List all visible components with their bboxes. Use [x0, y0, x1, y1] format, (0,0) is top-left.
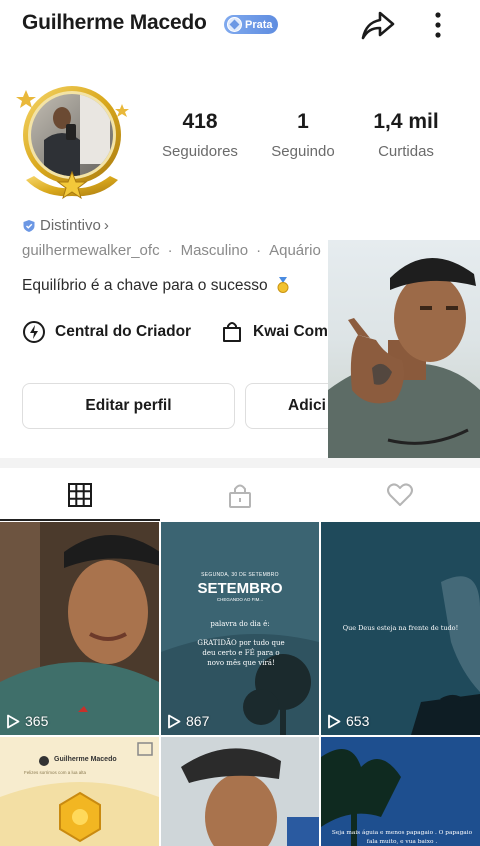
post-image — [161, 522, 319, 735]
heart-icon — [387, 483, 413, 506]
edit-profile-label: Editar perfil — [85, 397, 172, 414]
badge-label: Prata — [245, 18, 273, 31]
section-divider — [0, 458, 480, 468]
likes-stat[interactable]: 1,4 mil Curtidas — [351, 110, 461, 160]
post-author: Guilherme Macedo — [54, 756, 117, 763]
chevron-right-icon: › — [103, 217, 109, 234]
post-thumbnail[interactable] — [161, 737, 319, 846]
profile-name: Guilherme Macedo — [22, 11, 207, 34]
view-count-value: 653 — [346, 713, 370, 729]
likes-label: Curtidas — [378, 143, 434, 160]
username: guilhermewalker_ofc — [22, 242, 160, 259]
bio-text: Equilíbrio é a chave para o sucesso — [22, 277, 268, 294]
play-icon — [7, 714, 20, 728]
post-text: Seja mais águia e menos papagaio . O pap… — [331, 830, 473, 845]
zodiac-sign: Aquário — [269, 242, 321, 259]
gender: Masculino — [180, 242, 249, 259]
posts-grid: 365 SEGUNDA, 30 DE SETEMBRO SETEMBRO CHE… — [0, 522, 480, 846]
post-thumbnail[interactable]: Seja mais águia e menos papagaio . O pap… — [321, 737, 480, 846]
share-icon[interactable] — [360, 8, 396, 42]
active-tab-indicator — [0, 519, 160, 521]
likes-count: 1,4 mil — [373, 110, 439, 133]
distintivo-label: Distintivo — [40, 217, 101, 234]
add-friends-label: Adici — [288, 397, 326, 414]
post-thumbnail[interactable]: SEGUNDA, 30 DE SETEMBRO SETEMBRO CHEGAND… — [161, 522, 319, 735]
profile-bio: Equilíbrio é a chave para o sucesso — [22, 277, 290, 295]
following-stat[interactable]: 1 Seguindo — [248, 110, 358, 160]
grid-icon — [68, 483, 92, 507]
shield-icon — [23, 219, 35, 232]
view-count: 365 — [6, 713, 48, 729]
profile-header: Guilherme Macedo Prata — [0, 0, 480, 52]
creator-center-label: Central do Criador — [55, 323, 192, 340]
meta-separator: · — [167, 242, 173, 259]
following-count: 1 — [297, 110, 309, 133]
view-count: 867 — [167, 713, 209, 729]
tab-likes[interactable] — [320, 468, 480, 522]
view-count: 653 — [327, 713, 369, 729]
post-word-text: GRATIDÃO por tudo que deu certo e FÉ par… — [197, 639, 285, 667]
post-subtitle: CHEGANDO AO FIM... — [216, 597, 264, 602]
post-date: SEGUNDA, 30 DE SETEMBRO — [201, 572, 279, 578]
post-image — [0, 522, 159, 735]
medal-icon — [277, 277, 289, 293]
lock-icon — [229, 484, 251, 508]
pip-video-frame — [328, 257, 480, 458]
avatar[interactable] — [14, 80, 132, 202]
view-count-value: 365 — [25, 713, 49, 729]
followers-label: Seguidores — [162, 143, 238, 160]
post-title: SETEMBRO — [197, 580, 283, 597]
post-thumbnail[interactable]: Que Deus esteja na frente de tudo! 653 — [321, 522, 480, 735]
post-image — [161, 737, 319, 846]
followers-count: 418 — [182, 110, 218, 133]
post-image — [0, 737, 159, 846]
profile-tabs — [0, 468, 480, 522]
meta-separator: · — [256, 242, 262, 259]
prata-badge[interactable]: Prata — [224, 15, 278, 34]
lightning-icon — [23, 321, 45, 343]
edit-profile-button[interactable]: Editar perfil — [22, 383, 235, 429]
followers-stat[interactable]: 418 Seguidores — [145, 110, 255, 160]
post-thumbnail[interactable]: Guilherme Macedo Felizes sorrimos com a … — [0, 737, 159, 846]
post-thumbnail[interactable]: 365 — [0, 522, 159, 735]
post-word-label: palavra do dia é: — [210, 620, 270, 628]
view-count-value: 867 — [186, 713, 210, 729]
post-text: Que Deus esteja na frente de tudo! — [342, 624, 459, 632]
tab-private[interactable] — [160, 468, 320, 522]
tab-posts-grid[interactable] — [0, 468, 160, 522]
play-icon — [168, 714, 181, 728]
gem-icon — [227, 17, 242, 32]
following-label: Seguindo — [271, 143, 335, 160]
pip-video-overlay[interactable] — [328, 240, 480, 458]
shopping-bag-icon — [223, 322, 241, 342]
distintivo-link[interactable]: Distintivo › — [22, 217, 109, 234]
post-caption: Felizes sorrimos com a lua alta — [24, 770, 87, 775]
more-options-icon[interactable] — [428, 10, 448, 42]
avatar-gold-frame — [16, 86, 129, 200]
play-icon — [328, 714, 341, 728]
creator-center-link[interactable]: Central do Criador — [22, 320, 191, 344]
profile-meta: guilhermewalker_ofc · Masculino · Aquário — [22, 242, 321, 259]
